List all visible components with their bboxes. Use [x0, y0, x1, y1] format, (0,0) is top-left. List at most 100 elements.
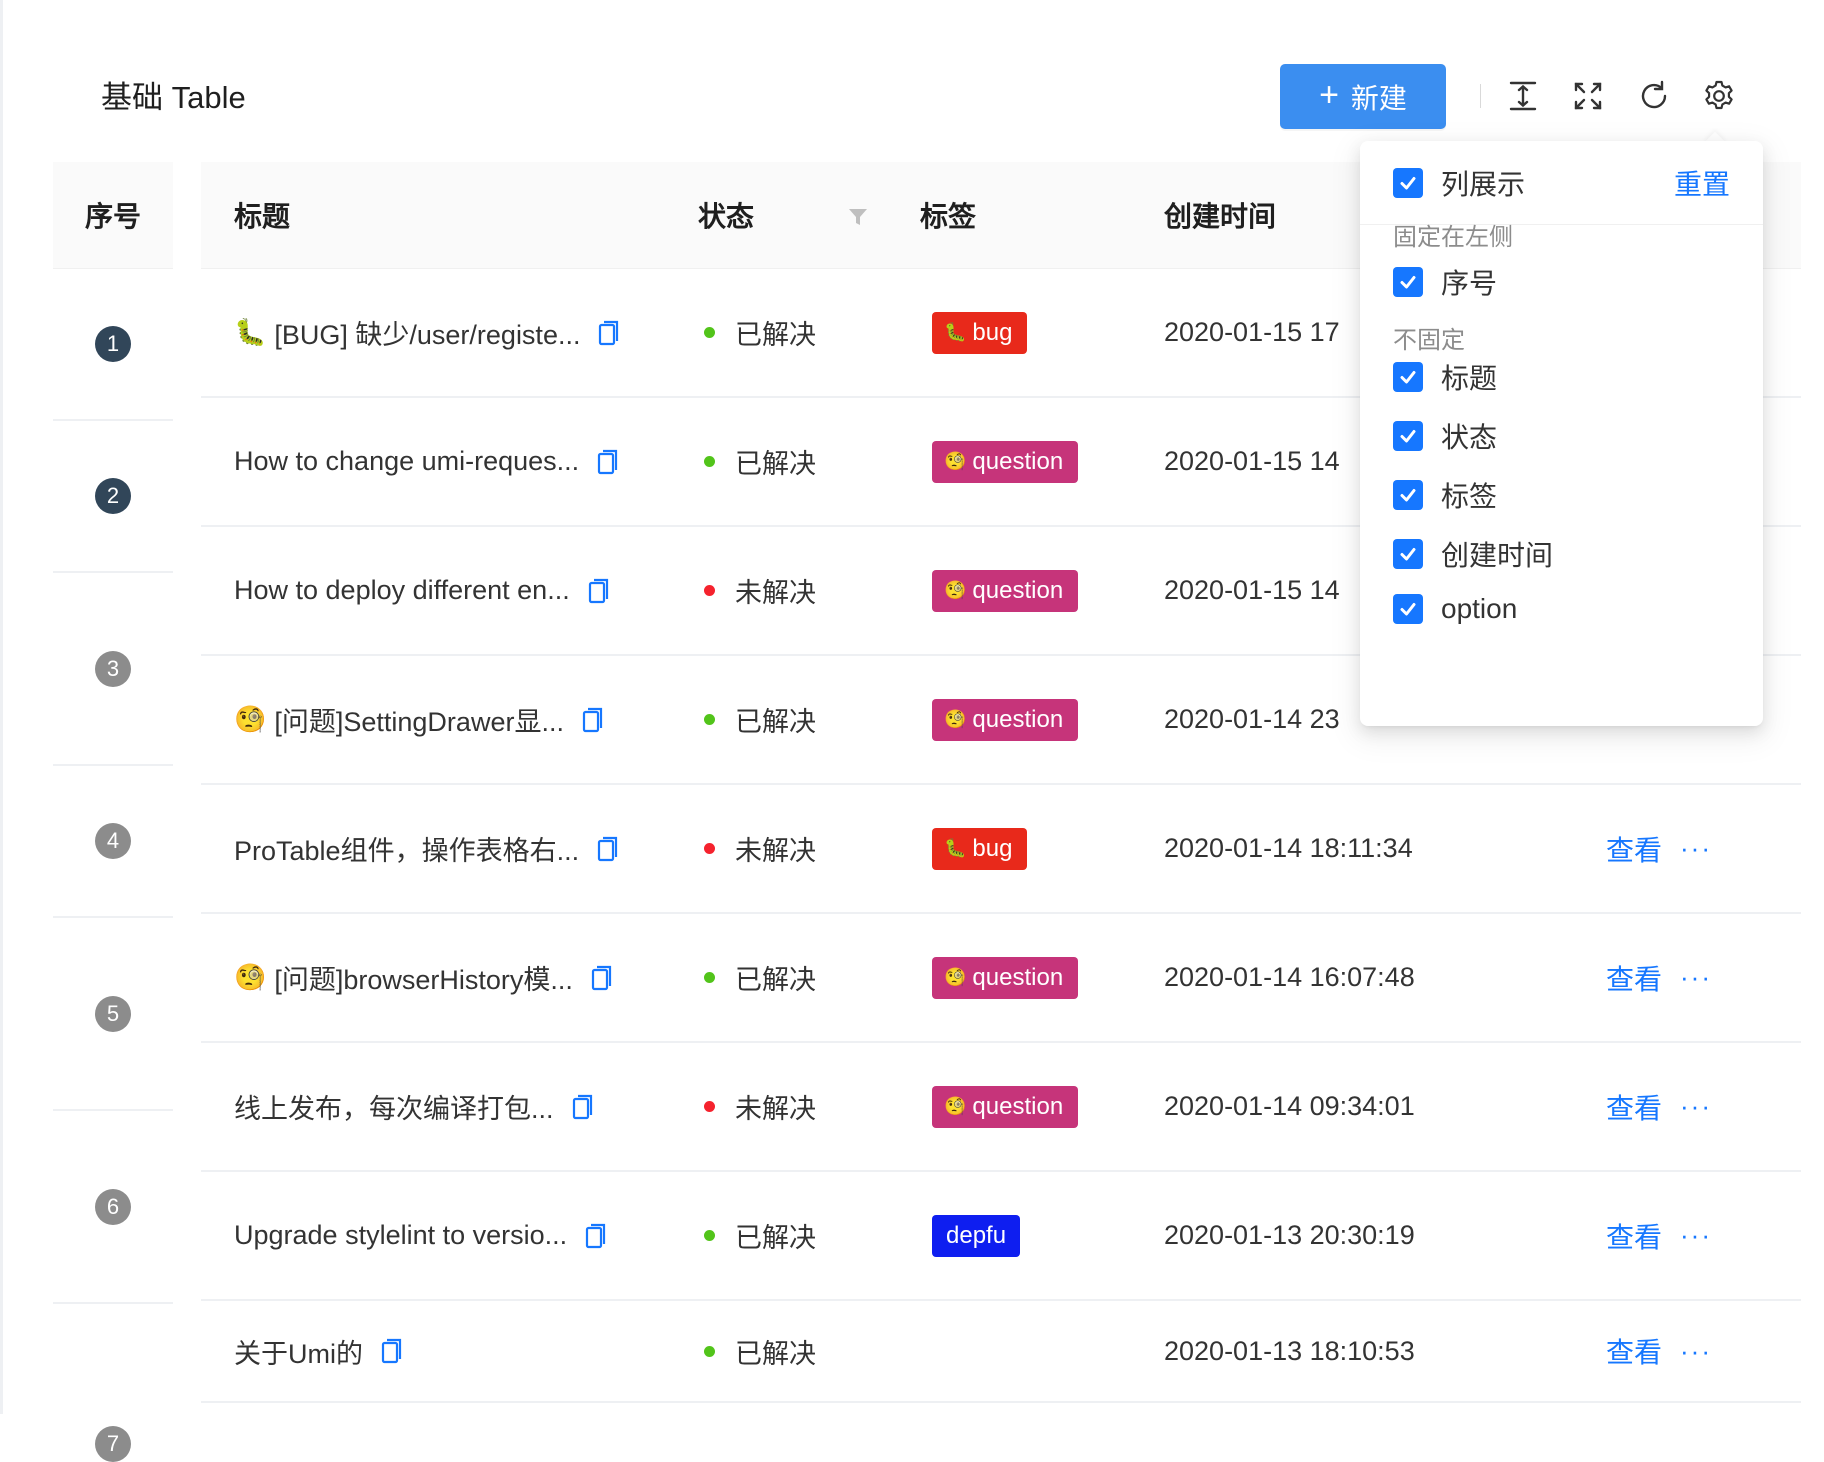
title-emoji: 🧐	[234, 704, 267, 734]
more-icon[interactable]: ···	[1680, 962, 1712, 993]
new-button[interactable]: + 新建	[1280, 64, 1446, 129]
option-cell: 查看 ···	[1606, 785, 1712, 912]
check-icon	[1400, 276, 1416, 289]
filter-icon[interactable]	[847, 206, 869, 228]
index-cell: 6	[53, 1111, 173, 1304]
table-row: 线上发布，每次编译打包... 未解决 🧐 question 2020-01-14 09:…	[201, 1043, 1801, 1172]
column-height-icon[interactable]	[1505, 78, 1541, 114]
index-cell: 2	[53, 421, 173, 573]
more-icon[interactable]: ···	[1680, 1220, 1712, 1251]
copy-icon[interactable]	[582, 706, 604, 734]
title-text[interactable]: ProTable组件，操作表格右...	[234, 829, 579, 868]
title-text[interactable]: 关于Umi的	[234, 1332, 363, 1371]
check-icon	[1400, 548, 1416, 561]
group-fixed-left-label: 固定在左侧	[1393, 224, 1513, 251]
check-icon	[1400, 489, 1416, 502]
select-all-checkbox[interactable]	[1393, 167, 1423, 198]
status-cell: 已解决	[704, 398, 816, 525]
index-badge: 7	[95, 1426, 131, 1462]
status-text: 已解决	[735, 1223, 816, 1253]
tag-cell: depfu	[932, 1172, 1021, 1299]
tag-label: question	[972, 705, 1064, 733]
index-cell: 3	[53, 573, 173, 766]
more-icon[interactable]: ···	[1680, 833, 1712, 864]
status-dot	[704, 1101, 715, 1112]
reload-icon[interactable]	[1636, 78, 1672, 114]
column-option-index[interactable]: 序号	[1393, 262, 1497, 302]
copy-icon[interactable]	[588, 577, 610, 605]
tag-cell: 🧐 question	[932, 527, 1079, 654]
tag-badge: 🧐 question	[932, 440, 1079, 483]
column-option[interactable]: 标签	[1393, 475, 1497, 515]
status-dot	[704, 1230, 715, 1241]
view-link[interactable]: 查看	[1606, 829, 1662, 869]
column-option[interactable]: 状态	[1393, 416, 1497, 456]
column-option-label: 创建时间	[1441, 540, 1554, 571]
tag-emoji: 🐛	[944, 322, 967, 342]
column-checkbox[interactable]	[1393, 421, 1423, 451]
column-checkbox[interactable]	[1393, 539, 1423, 569]
copy-icon[interactable]	[597, 448, 619, 476]
status-dot	[704, 1345, 715, 1357]
view-link[interactable]: 查看	[1606, 1331, 1662, 1371]
title-emoji: 🧐	[234, 962, 267, 992]
column-checkbox[interactable]	[1393, 594, 1423, 624]
tag-label: question	[972, 963, 1064, 991]
column-checkbox[interactable]	[1393, 267, 1423, 297]
status-text: 已解决	[735, 965, 816, 995]
column-option[interactable]: 标题	[1393, 357, 1497, 397]
created-at-cell: 2020-01-15 17	[1164, 317, 1340, 347]
toolbar-divider	[1480, 84, 1481, 108]
tag-badge: 🐛 bug	[932, 311, 1028, 354]
title-text[interactable]: Upgrade stylelint to versio...	[234, 1220, 567, 1251]
copy-icon[interactable]	[598, 319, 620, 347]
status-cell: 未解决	[704, 785, 816, 912]
tag-cell: 🐛 bug	[932, 785, 1028, 912]
column-option[interactable]: 创建时间	[1393, 534, 1553, 574]
column-checkbox[interactable]	[1393, 362, 1423, 392]
option-cell: 查看 ···	[1606, 1301, 1712, 1401]
column-option-label: 标签	[1441, 481, 1498, 512]
status-dot	[704, 843, 715, 854]
status-dot	[704, 714, 715, 725]
status-cell: 已解决	[704, 1301, 816, 1401]
setting-icon[interactable]	[1701, 78, 1737, 114]
view-link[interactable]: 查看	[1606, 1087, 1662, 1127]
copy-icon[interactable]	[591, 964, 613, 992]
fixed-index-column: 序号 1 2 3 4 5 6 7	[53, 162, 173, 1462]
title-cell: 🧐 [问题]browserHistory模...	[234, 914, 613, 1041]
tag-emoji: 🧐	[944, 451, 967, 471]
status-cell: 已解决	[704, 269, 816, 396]
view-link[interactable]: 查看	[1606, 958, 1662, 998]
tag-label: question	[972, 1092, 1064, 1120]
created-at-cell: 2020-01-14 16:07:48	[1164, 962, 1415, 992]
copy-icon[interactable]	[597, 835, 619, 863]
title-text[interactable]: [问题]SettingDrawer显...	[274, 700, 564, 739]
column-option[interactable]: option	[1393, 593, 1517, 625]
more-icon[interactable]: ···	[1680, 1336, 1712, 1367]
view-link[interactable]: 查看	[1606, 1216, 1662, 1256]
tag-label: bug	[972, 318, 1013, 346]
created-at-cell: 2020-01-14 23	[1164, 704, 1340, 734]
index-cell: 5	[53, 918, 173, 1111]
copy-icon[interactable]	[572, 1093, 594, 1121]
title-cell: 🧐 [问题]SettingDrawer显...	[234, 656, 604, 783]
title-text[interactable]: How to change umi-reques...	[234, 446, 579, 477]
column-settings-popover: 列展示 重置 固定在左侧 序号 不固定 标题 状态 标签 创建时间 option	[1360, 141, 1763, 726]
title-text[interactable]: [问题]browserHistory模...	[274, 958, 573, 997]
tag-badge: 🧐 question	[932, 1085, 1079, 1128]
reset-link[interactable]: 重置	[1674, 163, 1730, 203]
title-text[interactable]: 线上发布，每次编译打包...	[234, 1087, 554, 1126]
created-at-cell: 2020-01-13 18:10:53	[1164, 1335, 1415, 1366]
status-text: 未解决	[735, 578, 816, 608]
more-icon[interactable]: ···	[1680, 1091, 1712, 1122]
column-checkbox[interactable]	[1393, 480, 1423, 510]
copy-icon[interactable]	[585, 1222, 607, 1250]
status-cell: 已解决	[704, 656, 816, 783]
title-text[interactable]: How to deploy different en...	[234, 575, 570, 606]
created-at-cell: 2020-01-14 18:11:34	[1164, 833, 1413, 863]
fullscreen-icon[interactable]	[1570, 78, 1606, 114]
title-text[interactable]: [BUG] 缺少/user/registe...	[274, 313, 580, 352]
copy-icon[interactable]	[381, 1337, 403, 1365]
tag-badge: depfu	[932, 1214, 1021, 1257]
